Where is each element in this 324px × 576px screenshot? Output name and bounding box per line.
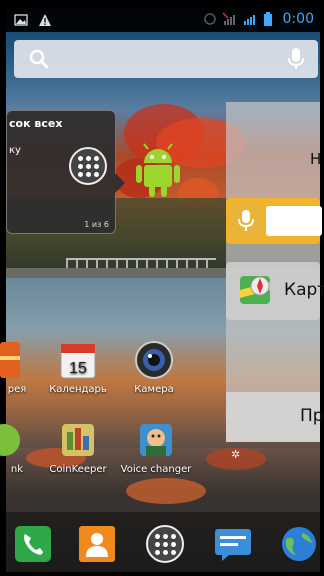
search-icon[interactable] (28, 48, 50, 74)
panel-bottom-label: Пр (300, 406, 324, 426)
panel-bottom-card[interactable]: Пр (226, 392, 324, 442)
calendar-day: 15 (69, 360, 87, 377)
app-label: nk (10, 464, 24, 475)
app-label: Камера (134, 384, 174, 395)
gallery-icon (0, 340, 22, 380)
app-label: Voice changer (120, 464, 192, 475)
signal-icon (243, 12, 257, 26)
bridge (66, 258, 216, 268)
maps-label: Карт (284, 280, 324, 300)
warning-icon (38, 12, 52, 26)
app-label: CoinKeeper (49, 464, 107, 475)
app-label: рея (7, 384, 27, 395)
gear-icon[interactable]: ✲ (231, 448, 240, 461)
voice-changer-icon (136, 420, 176, 460)
app-voice-changer[interactable]: Voice changer (118, 420, 194, 475)
app-partial-left[interactable]: рея (0, 340, 34, 395)
mic-icon[interactable] (286, 47, 306, 75)
app-partial-left-2[interactable]: nk (0, 420, 34, 475)
grid-icon (77, 155, 99, 177)
sync-icon (203, 12, 217, 26)
battery-icon (263, 12, 277, 26)
all-apps-icon[interactable] (146, 525, 184, 563)
maps-shortcut[interactable]: Карт (226, 262, 324, 320)
app-camera[interactable]: Камера (126, 340, 182, 395)
clock: 0:00 (282, 11, 314, 27)
camera-icon (134, 340, 174, 380)
no-signal-icon (222, 12, 237, 26)
status-bar: 0:00 (6, 8, 320, 32)
messages-icon[interactable] (214, 525, 252, 563)
voice-search-field[interactable] (266, 206, 322, 236)
app-label: Календарь (49, 384, 107, 395)
coinkeeper-icon (58, 420, 98, 460)
app-icon (0, 420, 22, 460)
folder-subtitle: ку (9, 145, 21, 156)
folder-title: сок всех (9, 117, 63, 130)
app-coinkeeper[interactable]: CoinKeeper (48, 420, 108, 475)
app-calendar[interactable]: 15 Календарь (48, 340, 108, 395)
all-apps-button[interactable] (69, 147, 107, 185)
image-icon (14, 12, 28, 26)
grid-icon (154, 533, 176, 555)
phone-icon[interactable] (14, 525, 52, 563)
folder-pager: 1 из 6 (84, 220, 109, 229)
search-bar[interactable] (14, 40, 318, 78)
calendar-icon: 15 (58, 340, 98, 380)
folder-popup[interactable]: сок всех ку 1 из 6 (6, 110, 125, 234)
voice-search-widget[interactable] (226, 198, 322, 244)
browser-icon[interactable] (280, 525, 318, 563)
android-icon[interactable] (134, 143, 182, 199)
mic-icon[interactable] (230, 204, 262, 238)
panel-top-label: Н (310, 150, 322, 168)
contacts-icon[interactable] (78, 525, 116, 563)
maps-icon (238, 272, 274, 308)
